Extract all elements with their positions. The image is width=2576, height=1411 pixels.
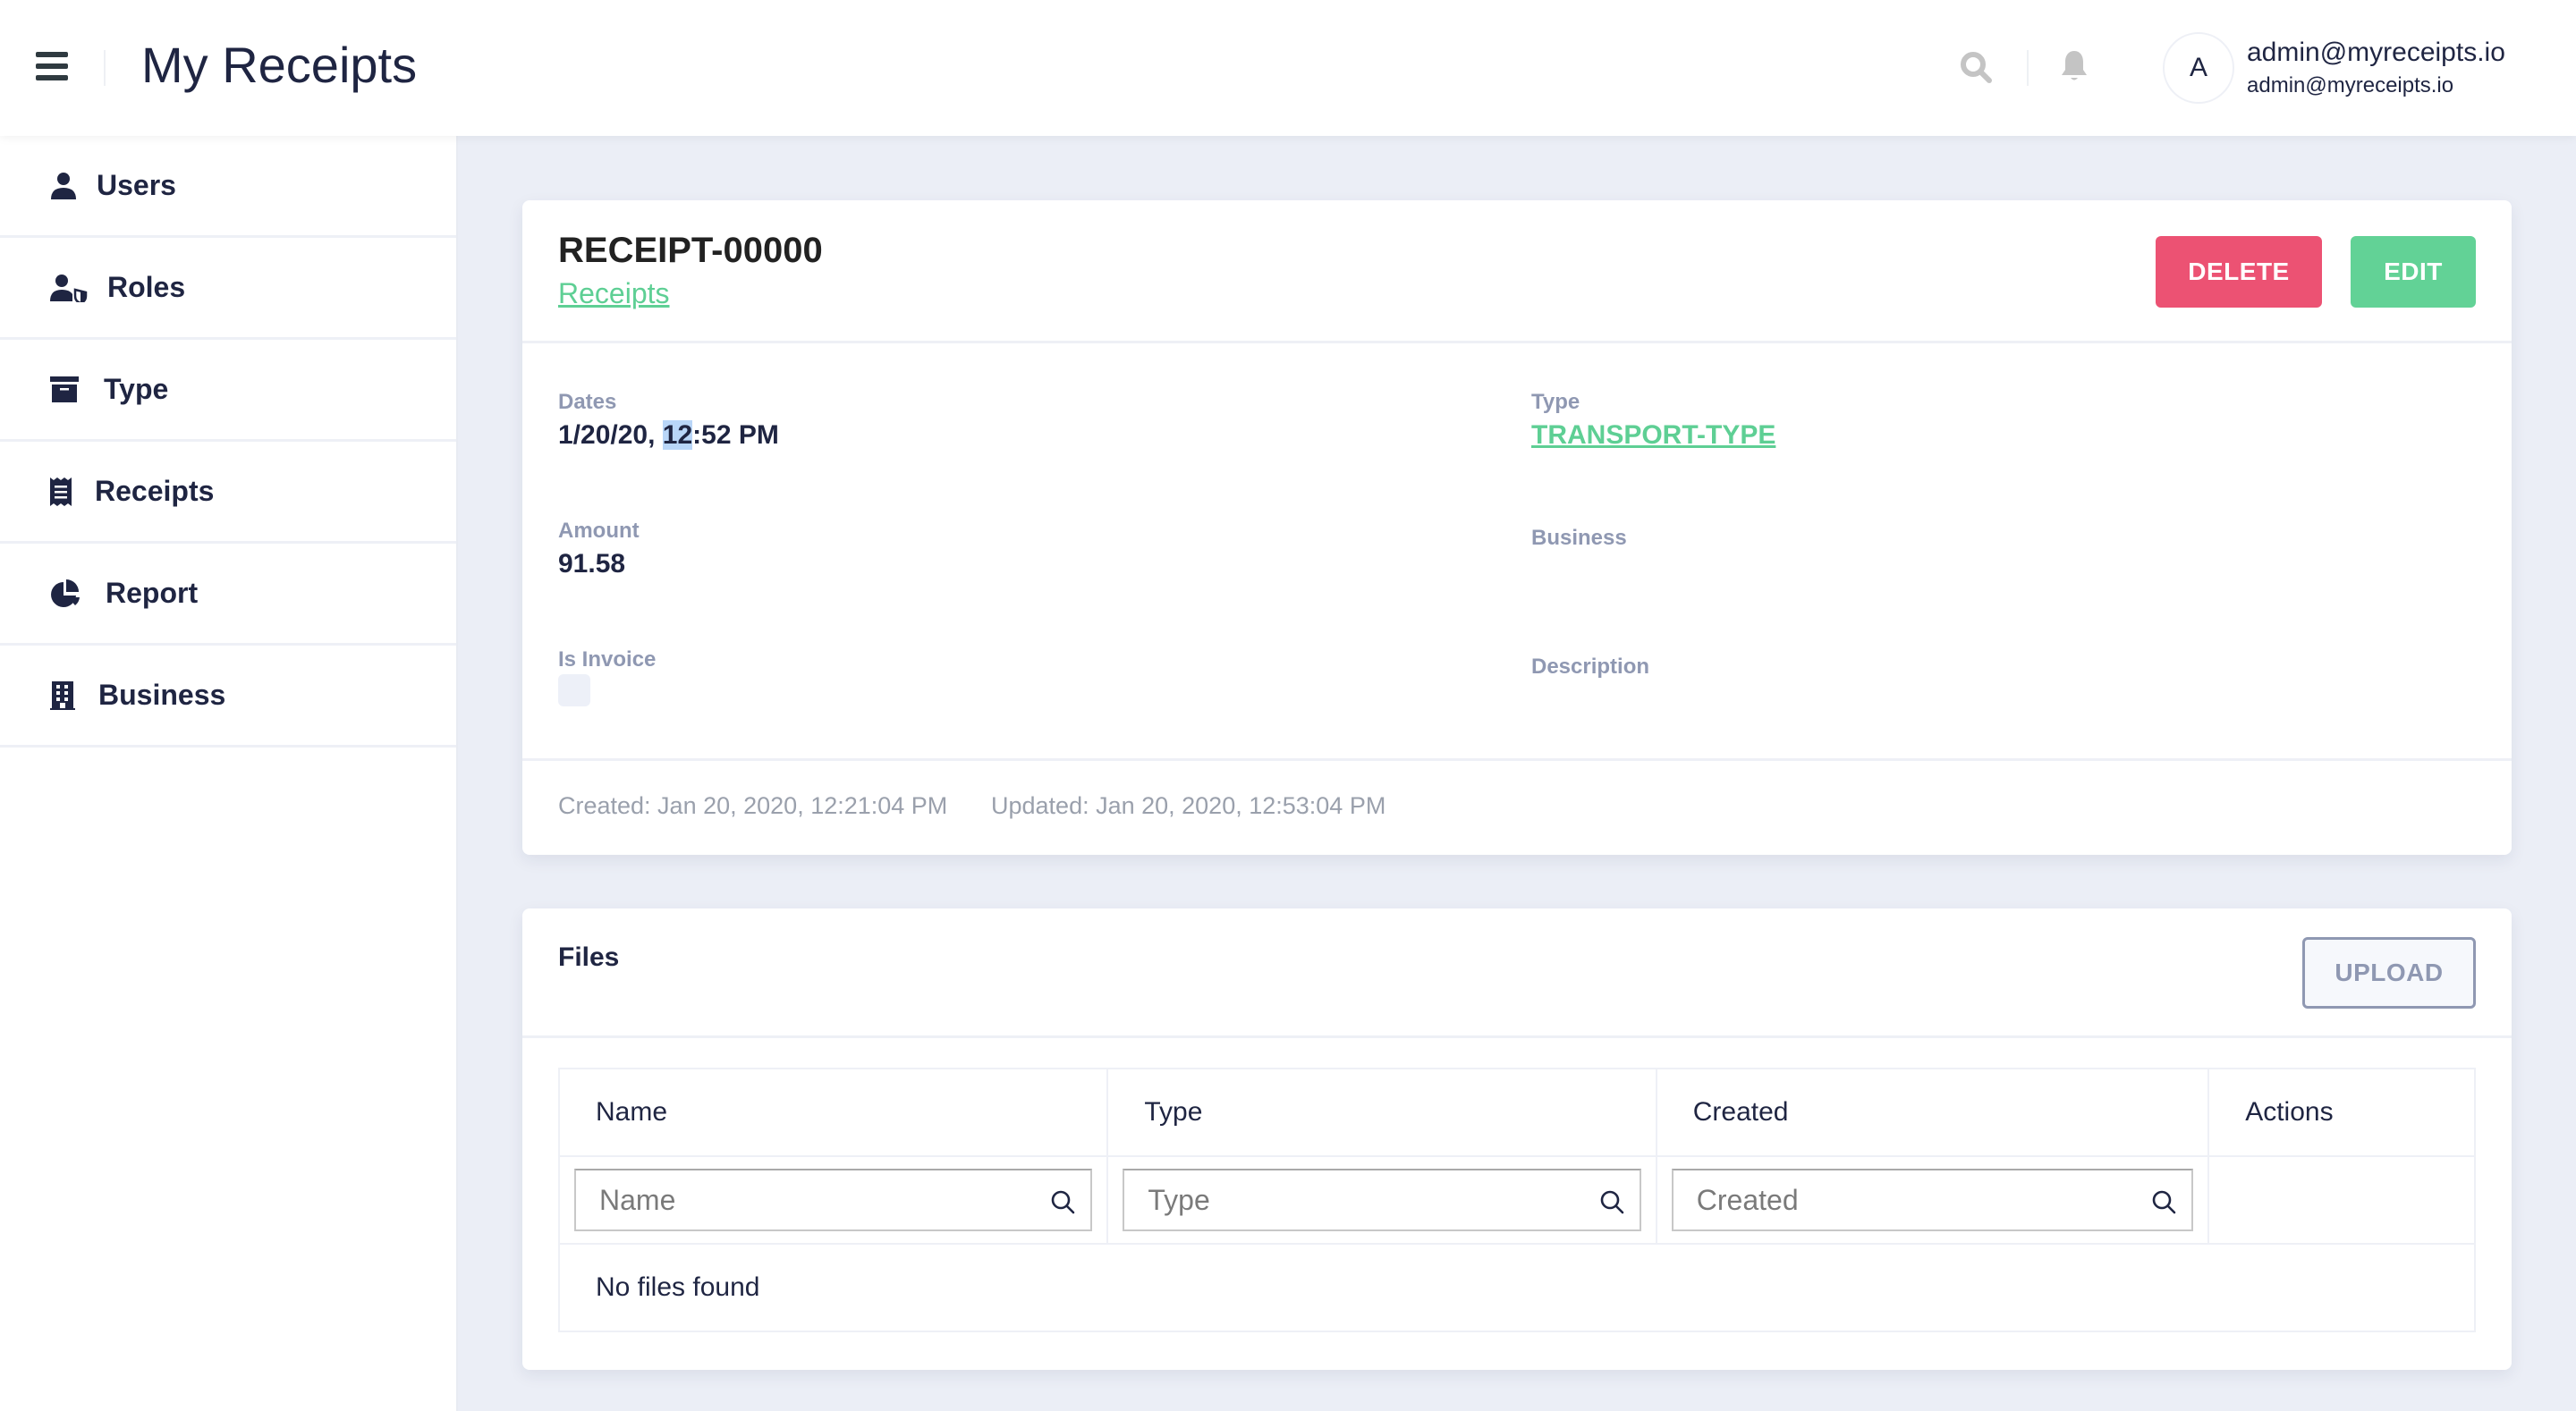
sidebar-item-label: Report	[106, 577, 199, 609]
created-timestamp: Created: Jan 20, 2020, 12:21:04 PM	[558, 792, 948, 819]
sidebar-item-report[interactable]: Report	[0, 544, 456, 646]
search-icon	[2152, 1190, 2176, 1214]
created-filter	[1671, 1169, 2194, 1231]
files-title: Files	[558, 942, 620, 972]
sidebar-item-label: Roles	[107, 271, 186, 303]
column-header-actions: Actions	[2207, 1068, 2476, 1157]
hamburger-icon	[36, 52, 68, 57]
edit-button[interactable]: EDIT	[2351, 236, 2476, 308]
column-header-created[interactable]: Created	[1655, 1068, 2210, 1157]
sidebar-item-users[interactable]: Users	[0, 136, 456, 238]
filter-cell	[557, 1155, 1109, 1245]
dates-value-part: 1/20/20,	[558, 420, 663, 450]
business-label: Business	[1531, 526, 1627, 550]
column-header-name[interactable]: Name	[557, 1068, 1109, 1157]
app-title: My Receipts	[141, 37, 418, 93]
type-filter-input[interactable]	[1124, 1170, 1640, 1229]
dates-label: Dates	[558, 390, 617, 414]
search-icon	[1600, 1190, 1624, 1214]
delete-button[interactable]: DELETE	[2156, 236, 2322, 308]
user-email: admin@myreceipts.io	[2247, 73, 2454, 97]
sidebar-item-type[interactable]: Type	[0, 340, 456, 442]
sidebar-item-label: Business	[98, 679, 226, 711]
top-bar: My Receipts A admin@myreceipts.io admin@…	[0, 0, 2576, 136]
sidebar-item-label: Users	[97, 169, 176, 201]
sidebar-item-label: Type	[104, 373, 169, 405]
notifications-button[interactable]	[2059, 48, 2089, 84]
files-table: Name Type Created Actions Name Type Crea…	[557, 1068, 2476, 1332]
bell-icon	[2062, 51, 2087, 80]
breadcrumb-receipts-link[interactable]: Receipts	[558, 277, 670, 310]
page-title: RECEIPT-00000	[558, 231, 823, 270]
created-filter-input[interactable]	[1673, 1170, 2192, 1229]
filter-cell	[1106, 1155, 1657, 1245]
hamburger-icon-bar	[36, 75, 68, 80]
user-name[interactable]: admin@myreceipts.io	[2247, 38, 2505, 68]
sidebar-item-business[interactable]: Business	[0, 646, 456, 748]
receipt-icon	[50, 476, 84, 508]
receipt-detail-card: RECEIPT-00000 Receipts DELETE EDIT Dates…	[522, 200, 2512, 855]
dates-value-part: :52 PM	[692, 420, 779, 450]
is-invoice-label: Is Invoice	[558, 647, 657, 672]
search-icon	[1052, 1190, 1075, 1214]
is-invoice-checkbox[interactable]	[558, 674, 590, 706]
sidebar-item-receipts[interactable]: Receipts	[0, 442, 456, 544]
type-label: Type	[1531, 390, 1580, 414]
column-header-type[interactable]: Type	[1106, 1068, 1657, 1157]
avatar[interactable]: A	[2163, 32, 2234, 104]
type-value-link[interactable]: TRANSPORT-TYPE	[1531, 420, 1775, 451]
dates-value: 1/20/20, 12:52 PM	[558, 420, 779, 451]
upload-button[interactable]: UPLOAD	[2302, 937, 2476, 1009]
amount-value: 91.58	[558, 549, 626, 579]
description-label: Description	[1531, 655, 1650, 679]
filter-cell	[1655, 1155, 2210, 1245]
sidebar-item-roles[interactable]: Roles	[0, 238, 456, 340]
sidebar: Users Roles Type Receipts Report Busines…	[0, 136, 458, 1411]
divider	[2027, 50, 2029, 86]
filter-row	[557, 1155, 2476, 1245]
search-button[interactable]	[1959, 50, 1995, 86]
hamburger-icon-bar	[36, 63, 68, 69]
filter-cell-empty	[2207, 1155, 2476, 1245]
name-filter	[574, 1169, 1093, 1231]
divider	[104, 50, 106, 86]
search-icon	[1961, 52, 1992, 83]
user-shield-icon	[50, 272, 97, 304]
user-icon	[50, 170, 86, 202]
name-filter-input[interactable]	[576, 1170, 1091, 1229]
archive-icon	[50, 374, 93, 406]
card-header: RECEIPT-00000 Receipts DELETE EDIT	[522, 200, 2512, 343]
type-filter	[1123, 1169, 1641, 1231]
menu-toggle-button[interactable]	[36, 52, 68, 80]
building-icon	[50, 680, 88, 712]
files-card: Files UPLOAD Name Type Created Actions N…	[522, 908, 2512, 1370]
pie-chart-icon	[50, 578, 95, 610]
amount-label: Amount	[558, 519, 640, 543]
table-header-row: Name Type Created Actions	[557, 1068, 2476, 1157]
updated-timestamp: Updated: Jan 20, 2020, 12:53:04 PM	[991, 792, 1386, 819]
sidebar-item-label: Receipts	[95, 475, 215, 507]
table-row: No files found	[558, 1243, 2476, 1332]
divider	[522, 1035, 2512, 1038]
empty-message: No files found	[558, 1243, 2476, 1332]
text-selection: 12	[662, 420, 693, 450]
